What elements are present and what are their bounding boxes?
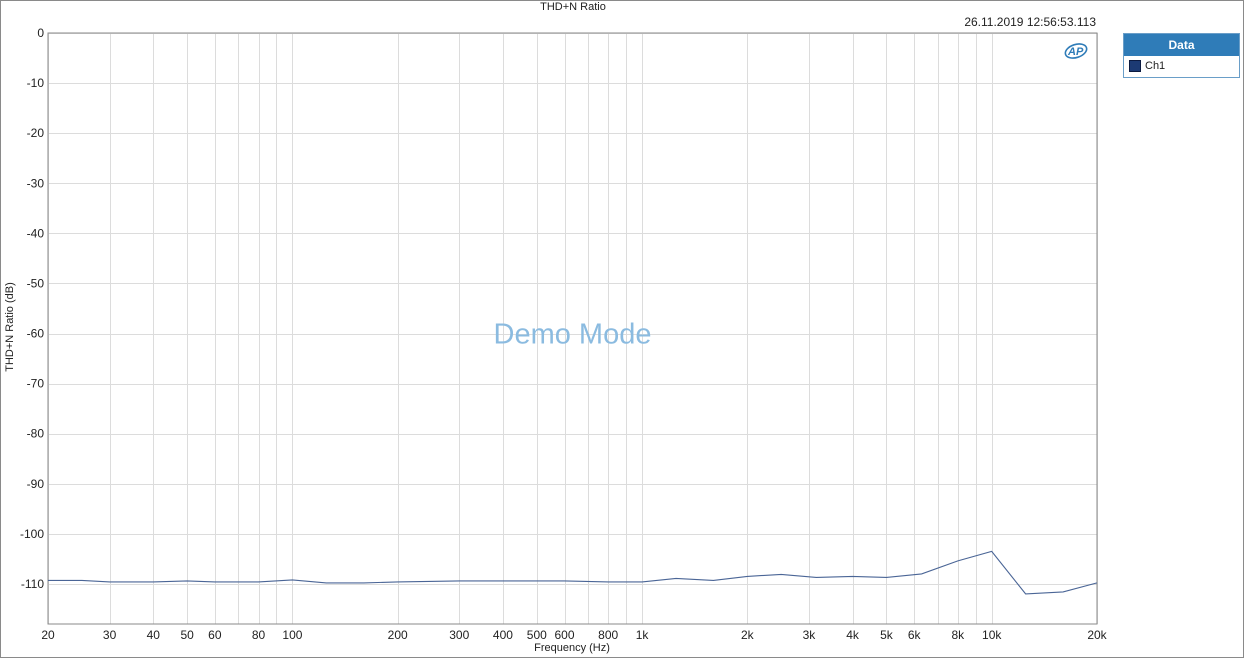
x-tick-label: 500: [527, 628, 547, 642]
x-tick-label: 60: [208, 628, 222, 642]
y-tick-label: -80: [27, 427, 45, 441]
series-layer: [48, 550, 1098, 595]
y-tick-label: 0: [37, 26, 44, 40]
plot-area: 20 30 40 50 60 80 100 200 300 400 500 600 800 1k 2k 3k 4…: [20, 26, 1108, 642]
y-tick-label: -50: [27, 276, 45, 290]
legend-item-label: Ch1: [1145, 60, 1166, 72]
x-tick-label: 40: [147, 628, 161, 642]
x-tick-label: 10k: [982, 628, 1002, 642]
x-axis-label: Frequency (Hz): [534, 642, 610, 654]
x-tick-labels: 20 30 40 50 60 80 100 200 300 400 500 600 800 1k 2k 3k 4…: [41, 628, 1107, 642]
watermark: Demo Mode: [494, 319, 652, 351]
legend[interactable]: Data Ch1: [1123, 33, 1240, 78]
legend-swatch: [1129, 60, 1141, 72]
y-tick-label: -20: [27, 126, 45, 140]
x-tick-label: 80: [252, 628, 266, 642]
y-axis-label: THD+N Ratio (dB): [4, 282, 16, 372]
x-tick-label: 20k: [1087, 628, 1107, 642]
x-tick-label: 2k: [741, 628, 755, 642]
x-tick-label: 200: [388, 628, 408, 642]
x-tick-label: 800: [598, 628, 618, 642]
y-tick-label: -10: [27, 76, 45, 90]
y-tick-label: -100: [20, 527, 44, 541]
x-tick-label: 4k: [846, 628, 860, 642]
x-tick-label: 100: [282, 628, 302, 642]
x-tick-label: 5k: [880, 628, 894, 642]
x-tick-label: 400: [493, 628, 513, 642]
ap-logo-icon: AP: [1064, 43, 1088, 59]
x-tick-label: 300: [449, 628, 469, 642]
y-tick-label: -30: [27, 176, 45, 190]
x-tick-label: 30: [103, 628, 117, 642]
x-tick-label: 50: [180, 628, 194, 642]
x-tick-label: 8k: [952, 628, 966, 642]
y-tick-label: -60: [27, 327, 45, 341]
legend-item-ch1[interactable]: Ch1: [1124, 56, 1239, 76]
y-tick-label: -70: [27, 377, 45, 391]
x-tick-label: 600: [554, 628, 574, 642]
x-tick-label: 20: [41, 628, 55, 642]
x-tick-label: 1k: [636, 628, 650, 642]
y-tick-label: -110: [21, 577, 44, 591]
ap-logo-text: AP: [1067, 46, 1084, 58]
y-tick-label: -40: [27, 226, 45, 240]
x-tick-label: 6k: [908, 628, 922, 642]
y-tick-labels: 0 -10 -20 -30 -40 -50 -60 -70 -80 -90 -100 -110: [20, 26, 44, 591]
series-line-ch1: [48, 550, 1098, 595]
y-tick-label: -90: [27, 477, 45, 491]
legend-header: Data: [1124, 34, 1239, 56]
x-tick-label: 3k: [803, 628, 817, 642]
